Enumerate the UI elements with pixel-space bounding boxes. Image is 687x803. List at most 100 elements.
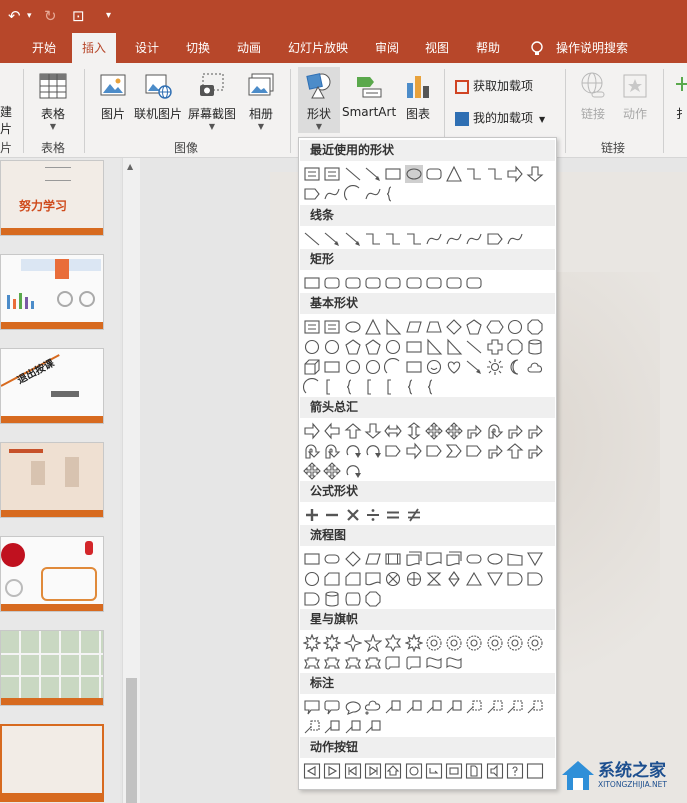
shape-au-icon[interactable]	[506, 442, 524, 460]
shape-scroll-icon[interactable]	[405, 654, 423, 672]
shape-smile-icon[interactable]	[425, 358, 443, 376]
shape-arc-icon[interactable]	[303, 378, 321, 396]
slide-thumbnail[interactable]: 努力学习	[0, 160, 104, 236]
shape-collate-icon[interactable]	[425, 570, 443, 588]
shape-btninfo-icon[interactable]	[405, 762, 423, 780]
shape-uturn-icon[interactable]	[323, 442, 341, 460]
shape-callline-icon[interactable]	[384, 698, 402, 716]
shape-times-icon[interactable]	[344, 506, 362, 524]
tab-slideshow[interactable]: 幻灯片放映	[288, 33, 348, 63]
shape-bent-icon[interactable]	[526, 422, 544, 440]
shape-line-icon[interactable]	[344, 165, 362, 183]
shape-rrect-icon[interactable]	[425, 165, 443, 183]
shape-curve-icon[interactable]	[445, 230, 463, 248]
photo-album-button[interactable]: 相册 ▼	[246, 71, 276, 132]
smartart-button[interactable]: SmartArt	[342, 71, 396, 119]
shape-circarr-icon[interactable]	[344, 462, 362, 480]
shape-trap-icon[interactable]	[425, 318, 443, 336]
shape-calldash-icon[interactable]	[465, 698, 483, 716]
shape-bent-icon[interactable]	[486, 442, 504, 460]
shape-pentarr-icon[interactable]	[425, 442, 443, 460]
shape-wave-icon[interactable]	[445, 654, 463, 672]
shape-drum-icon[interactable]	[344, 590, 362, 608]
shape-starN-icon[interactable]	[323, 634, 342, 652]
tab-review[interactable]: 审阅	[375, 33, 399, 63]
shape-oct-icon[interactable]	[506, 338, 524, 356]
shape-rrect-icon[interactable]	[364, 274, 382, 292]
shape-pent-icon[interactable]	[465, 318, 483, 336]
shapes-gallery-dropdown[interactable]: 最近使用的形状 线条 矩形 基本形状 箭头总汇 公式形状 流程图 星与旗帜 标注…	[298, 137, 557, 790]
shape-elbow-icon[interactable]	[405, 230, 423, 248]
shape-bracket-icon[interactable]	[323, 378, 341, 396]
shape-diamond-icon[interactable]	[344, 550, 362, 568]
my-addins-button[interactable]: 我的加载项 ▼	[455, 109, 545, 126]
shape-calldash-icon[interactable]	[506, 698, 524, 716]
shape-curve-icon[interactable]	[506, 230, 524, 248]
tab-home[interactable]: 开始	[32, 33, 56, 63]
shape-diamond-icon[interactable]	[445, 318, 463, 336]
shape-curve-icon[interactable]	[323, 185, 341, 203]
shape-textbox-icon[interactable]	[303, 165, 321, 183]
shape-predef-icon[interactable]	[384, 550, 402, 568]
shape-circ-icon[interactable]	[364, 358, 382, 376]
shape-btnend-icon[interactable]	[364, 762, 382, 780]
shape-btnhelp-icon[interactable]	[506, 762, 524, 780]
shape-rrect-icon[interactable]	[405, 274, 423, 292]
shape-btnsnd-icon[interactable]	[486, 762, 504, 780]
screenshot-button[interactable]: 屏幕截图 ▼	[188, 71, 236, 132]
shape-ar-icon[interactable]	[303, 422, 321, 440]
shape-pentarr-icon[interactable]	[486, 230, 504, 248]
shape-card-icon[interactable]	[323, 570, 341, 588]
shape-bent-icon[interactable]	[506, 422, 524, 440]
shape-btnblank-icon[interactable]	[526, 762, 544, 780]
shape-star4-icon[interactable]	[343, 634, 362, 652]
shape-orj-icon[interactable]	[405, 570, 423, 588]
tab-insert[interactable]: 插入	[72, 33, 117, 63]
tab-animations[interactable]: 动画	[237, 33, 261, 63]
shape-brace-icon[interactable]	[344, 378, 362, 396]
shape-equal-icon[interactable]	[384, 506, 402, 524]
shape-seal-icon[interactable]	[486, 634, 504, 652]
shape-rrect-icon[interactable]	[384, 274, 402, 292]
shape-delay-icon[interactable]	[303, 590, 321, 608]
shape-seal-icon[interactable]	[425, 634, 443, 652]
shape-aud-icon[interactable]	[405, 422, 423, 440]
shape-seal-icon[interactable]	[445, 634, 463, 652]
shape-chevron-icon[interactable]	[445, 442, 463, 460]
shape-btndoc-icon[interactable]	[465, 762, 483, 780]
slide-thumbnail[interactable]: 退出按课	[0, 348, 104, 424]
shape-rect-icon[interactable]	[405, 338, 423, 356]
shape-brace-icon[interactable]	[384, 185, 402, 203]
shape-mdoc-icon[interactable]	[405, 550, 423, 568]
shape-rect-icon[interactable]	[303, 550, 321, 568]
shape-starN-icon[interactable]	[404, 634, 423, 652]
shape-elbow-icon[interactable]	[364, 230, 382, 248]
shape-callov-icon[interactable]	[344, 698, 362, 716]
shape-ad-icon[interactable]	[364, 422, 382, 440]
shape-a4-icon[interactable]	[425, 422, 443, 440]
shape-circ-icon[interactable]	[344, 358, 362, 376]
shape-bracket-icon[interactable]	[384, 378, 402, 396]
shape-pent-icon[interactable]	[364, 338, 382, 356]
shape-elbow-icon[interactable]	[465, 165, 483, 183]
shape-ribbon-icon[interactable]	[344, 654, 362, 672]
shape-para-icon[interactable]	[405, 318, 423, 336]
shape-star6-icon[interactable]	[384, 634, 402, 652]
shape-uturn-icon[interactable]	[486, 422, 504, 440]
shape-starN-icon[interactable]	[303, 634, 321, 652]
shape-btnbeg-icon[interactable]	[344, 762, 362, 780]
tab-design[interactable]: 设计	[135, 33, 159, 63]
shape-pentarr-icon[interactable]	[303, 185, 321, 203]
shape-bent-icon[interactable]	[526, 442, 544, 460]
table-button[interactable]: 表格 ▼	[38, 71, 68, 132]
shape-merge-icon[interactable]	[486, 570, 504, 588]
shape-card-icon[interactable]	[344, 570, 362, 588]
shape-minus-icon[interactable]	[323, 506, 341, 524]
shape-ribbon-icon[interactable]	[323, 654, 341, 672]
shape-oct-icon[interactable]	[526, 318, 544, 336]
shape-btnmov-icon[interactable]	[445, 762, 463, 780]
shape-circ-icon[interactable]	[303, 570, 321, 588]
shape-calldash-icon[interactable]	[303, 718, 321, 736]
shape-bracket-icon[interactable]	[364, 378, 382, 396]
shape-calldash-icon[interactable]	[486, 698, 504, 716]
